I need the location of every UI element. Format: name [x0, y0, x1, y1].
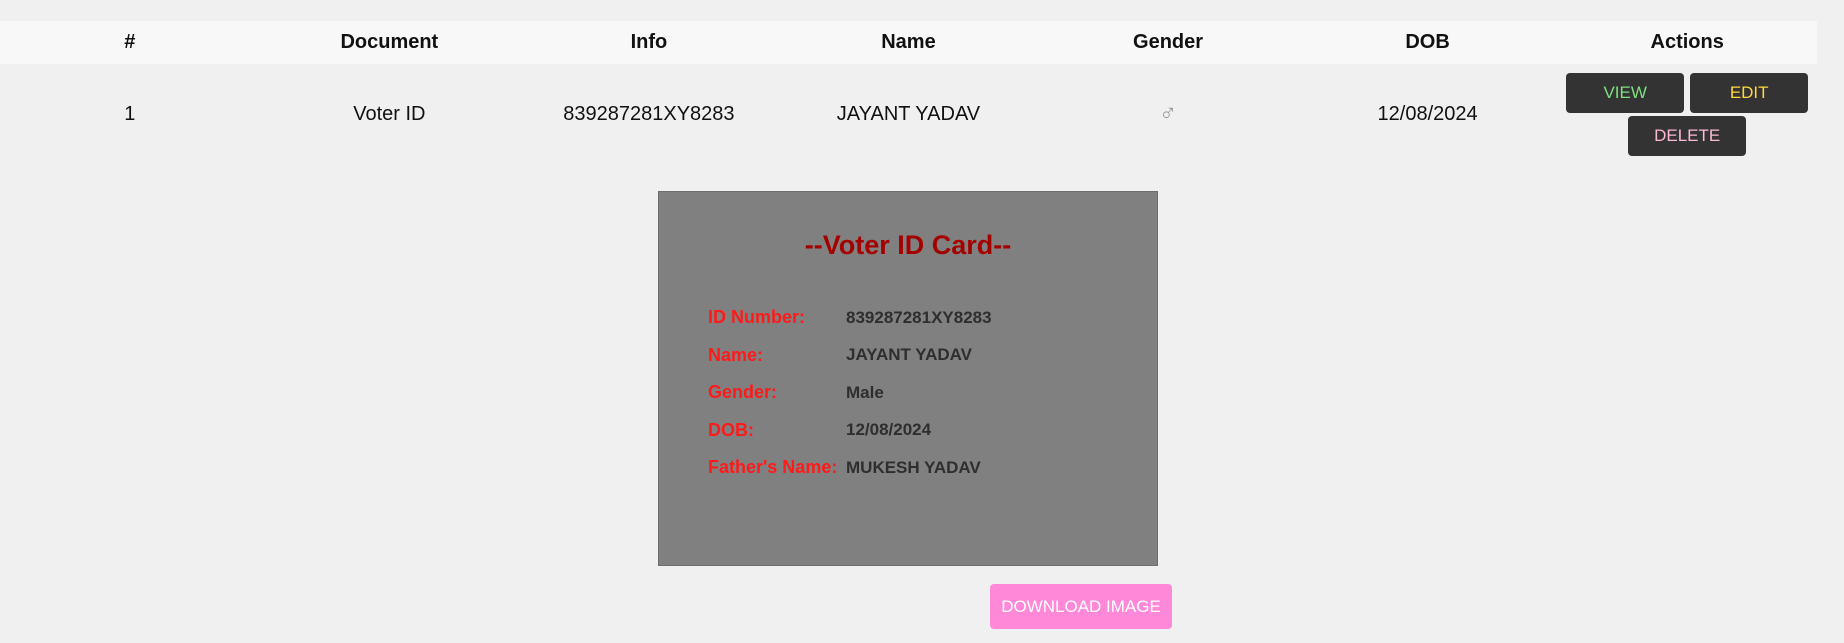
cell-index: 1	[124, 102, 136, 125]
header-gender: Gender	[1038, 21, 1298, 64]
records-table: # Document Info Name Gender DOB Actions …	[0, 21, 1817, 164]
cell-actions: VIEW EDIT DELETE	[1557, 64, 1817, 164]
card-field-fathers-name: Father's Name: MUKESH YADAV	[708, 449, 992, 487]
cell-name: JAYANT YADAV	[836, 102, 981, 125]
field-label: Gender:	[708, 382, 778, 403]
header-actions: Actions	[1557, 21, 1817, 64]
voter-id-card: --Voter ID Card-- ID Number: 839287281XY…	[658, 191, 1158, 566]
card-field-dob: DOB: 12/08/2024	[708, 412, 992, 450]
delete-button[interactable]: DELETE	[1628, 115, 1747, 156]
table-row: 1 Voter ID 839287281XY8283 JAYANT YADAV …	[0, 64, 1817, 164]
card-field-name: Name: JAYANT YADAV	[708, 337, 992, 375]
table-header-row: # Document Info Name Gender DOB Actions	[0, 21, 1817, 64]
cell-gender: ♂	[1038, 64, 1298, 164]
page: # Document Info Name Gender DOB Actions …	[0, 0, 1844, 643]
card-field-gender: Gender: Male	[708, 374, 992, 412]
field-label: Name:	[708, 344, 764, 365]
cell-dob: 12/08/2024	[1377, 102, 1478, 125]
field-label: Father's Name:	[708, 457, 838, 478]
header-dob: DOB	[1297, 21, 1558, 64]
card-fields: ID Number: 839287281XY8283 Name: JAYANT …	[708, 299, 992, 487]
male-icon: ♂	[1159, 100, 1178, 127]
field-label: DOB:	[708, 419, 754, 440]
actions-bottom-row: DELETE	[1557, 115, 1817, 156]
header-index: #	[0, 21, 260, 64]
card-field-id-number: ID Number: 839287281XY8283	[708, 299, 992, 337]
field-value: 839287281XY8283	[846, 307, 992, 327]
header-document: Document	[259, 21, 520, 64]
header-name: Name	[778, 21, 1039, 64]
field-value: Male	[846, 382, 884, 402]
edit-button[interactable]: EDIT	[1690, 72, 1809, 113]
download-image-button[interactable]: DOWNLOAD IMAGE	[990, 584, 1172, 629]
field-label: ID Number:	[708, 307, 806, 328]
cell-info: 839287281XY8283	[563, 102, 735, 125]
field-value: MUKESH YADAV	[846, 457, 981, 477]
field-value: JAYANT YADAV	[846, 345, 972, 365]
header-info: Info	[519, 21, 779, 64]
cell-document: Voter ID	[353, 102, 426, 125]
actions-top-row: VIEW EDIT	[1557, 72, 1817, 113]
field-value: 12/08/2024	[846, 420, 932, 440]
card-title: --Voter ID Card--	[804, 230, 1012, 260]
view-button[interactable]: VIEW	[1566, 72, 1685, 113]
